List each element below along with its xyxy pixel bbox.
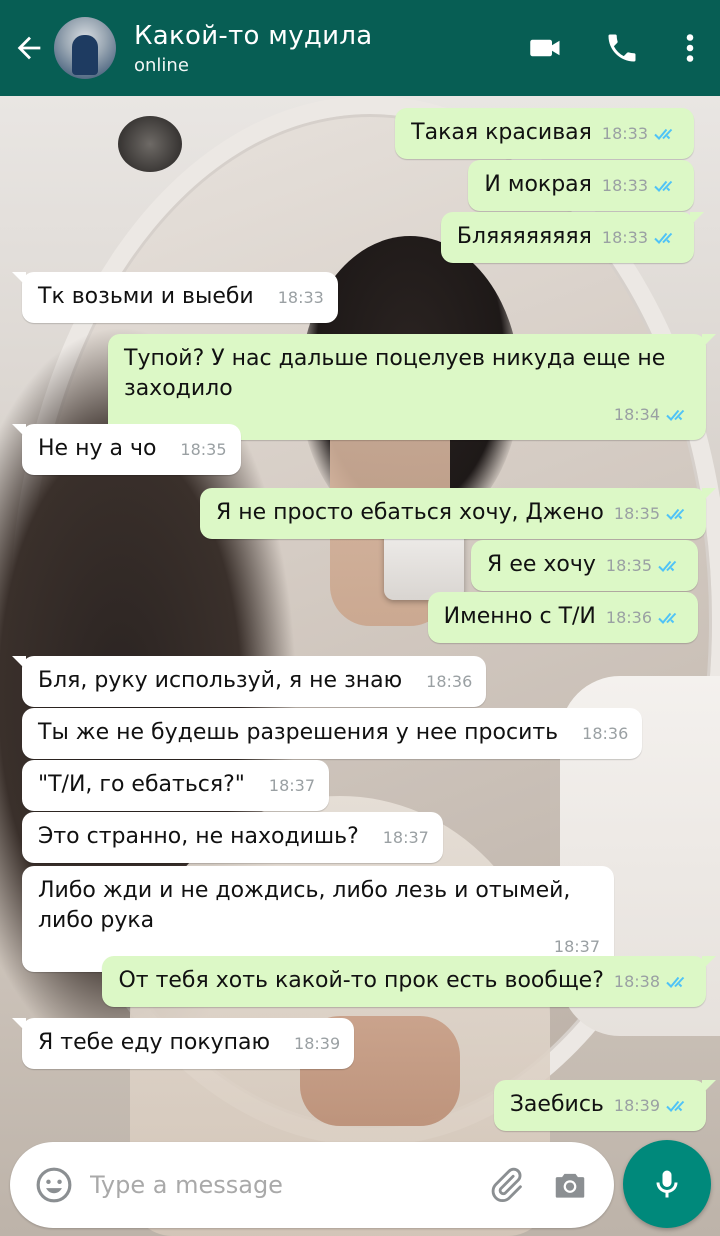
message-time: 18:35	[180, 440, 227, 459]
message-text: Бляяяяяяяя	[456, 224, 592, 249]
message-meta: 18:33	[602, 119, 680, 149]
message-text: Я тебе еду покупаю	[38, 1030, 271, 1055]
read-ticks-icon	[658, 612, 677, 624]
message-time: 18:36	[582, 724, 629, 743]
read-ticks-icon	[654, 128, 673, 140]
message-time: 18:35	[613, 504, 660, 523]
mic-button[interactable]	[623, 1140, 711, 1228]
message-time: 18:37	[382, 828, 429, 847]
message-input[interactable]	[90, 1171, 478, 1199]
message-bubble-outgoing[interactable]: От тебя хоть какой-то прок есть вообще? 1…	[102, 956, 716, 1007]
emoji-icon	[36, 1167, 72, 1203]
paperclip-icon	[491, 1167, 522, 1203]
message-meta: 18:33	[602, 223, 680, 253]
message-meta: 18:39	[294, 1029, 340, 1059]
chat-header: Какой-то мудила online	[0, 0, 720, 96]
arrow-left-icon	[17, 36, 41, 60]
video-call-button[interactable]	[508, 0, 584, 96]
voice-call-button[interactable]	[584, 0, 660, 96]
message-bubble-incoming[interactable]: Бля, руку используй, я не знаю 18:36	[11, 656, 487, 707]
message-bubble-incoming[interactable]: Тк возьми и выеби 18:33	[12, 272, 338, 323]
read-ticks-icon	[666, 409, 685, 421]
back-button[interactable]	[4, 0, 54, 96]
more-vertical-icon	[686, 34, 694, 62]
message-text: Не ну а чо	[38, 436, 157, 461]
message-bubble-incoming[interactable]: Не ну а чо 18:35	[12, 424, 241, 475]
menu-button[interactable]	[660, 0, 720, 96]
message-text: Я не просто ебаться хочу, Джено	[215, 500, 604, 525]
contact-status: online	[134, 54, 189, 76]
message-text: Я ее хочу	[487, 552, 596, 577]
video-camera-icon	[530, 39, 560, 57]
message-text: "Т/И, го ебаться?"	[38, 772, 245, 797]
message-text: И мокрая	[484, 172, 592, 197]
emoji-button[interactable]	[26, 1157, 82, 1213]
message-bubble-outgoing[interactable]: Заебись 18:39	[493, 1080, 717, 1131]
message-time: 18:39	[294, 1034, 341, 1053]
message-bubble-incoming[interactable]: "Т/И, го ебаться?" 18:37	[22, 760, 330, 811]
message-bubble-outgoing[interactable]: Именно с Т/И 18:36	[427, 592, 698, 643]
message-bubble-outgoing[interactable]: И мокрая 18:33	[468, 160, 694, 211]
message-bubble-incoming[interactable]: Я тебе еду покупаю 18:39	[11, 1018, 355, 1069]
message-text: Тк возьми и выеби	[38, 284, 254, 309]
message-bubble-incoming[interactable]: Это странно, не находишь? 18:37	[22, 812, 443, 863]
message-meta: 18:36	[426, 667, 472, 697]
read-ticks-icon	[658, 560, 677, 572]
message-text: Заебись	[509, 1092, 604, 1117]
message-meta: 18:37	[269, 771, 315, 801]
message-text: Бля, руку используй, я не знаю	[38, 668, 403, 693]
message-meta: 18:36	[606, 603, 684, 633]
message-time: 18:39	[613, 1096, 660, 1115]
message-time: 18:35	[605, 556, 652, 575]
message-input-container	[10, 1142, 614, 1228]
read-ticks-icon	[666, 976, 685, 988]
header-actions	[508, 0, 720, 96]
compose-bar	[0, 1136, 720, 1236]
avatar[interactable]	[54, 17, 116, 79]
message-meta: 18:35	[180, 435, 226, 465]
message-time: 18:33	[601, 176, 648, 195]
message-time: 18:34	[613, 405, 660, 424]
phone-icon	[608, 34, 636, 62]
message-meta: 18:38	[614, 967, 692, 997]
message-text: Именно с Т/И	[443, 604, 596, 629]
message-text: От тебя хоть какой-то прок есть вообще?	[118, 968, 604, 993]
camera-button[interactable]	[542, 1157, 598, 1213]
message-text: Это странно, не находишь?	[38, 824, 359, 849]
contact-name: Какой-то мудила	[134, 20, 373, 51]
message-meta: 18:35	[614, 499, 692, 529]
attach-button[interactable]	[478, 1157, 534, 1213]
message-time: 18:36	[426, 672, 473, 691]
read-ticks-icon	[654, 232, 673, 244]
message-time: 18:38	[613, 972, 660, 991]
message-meta: 18:37	[383, 823, 429, 853]
camera-icon	[555, 1173, 585, 1198]
message-meta: 18:35	[606, 551, 684, 581]
read-ticks-icon	[666, 1100, 685, 1112]
message-text: Либо жди и не дождись, либо лезь и отыме…	[38, 878, 578, 933]
message-time: 18:33	[601, 228, 648, 247]
message-time: 18:36	[605, 608, 652, 627]
message-bubble-outgoing[interactable]: Я ее хочу 18:35	[471, 540, 698, 591]
message-bubble-outgoing[interactable]: Такая красивая 18:33	[395, 108, 694, 159]
message-meta: 18:33	[602, 171, 680, 201]
message-bubble-outgoing[interactable]: Я не просто ебаться хочу, Джено 18:35	[199, 488, 717, 539]
message-time: 18:37	[268, 776, 316, 795]
message-meta: 18:33	[278, 283, 324, 313]
read-ticks-icon	[654, 180, 673, 192]
message-meta: 18:36	[582, 719, 628, 749]
message-text: Тупой? У нас дальше поцелуев никуда еще …	[124, 346, 673, 401]
message-meta: 18:39	[614, 1091, 692, 1121]
message-text: Ты же не будешь разрешения у нее просить	[38, 720, 559, 745]
message-time: 18:33	[601, 124, 648, 143]
contact-info[interactable]: Какой-то мудила online	[134, 21, 508, 76]
message-bubble-incoming[interactable]: Ты же не будешь разрешения у нее просить…	[22, 708, 643, 759]
message-bubble-outgoing[interactable]: Бляяяяяяяя 18:33	[440, 212, 705, 263]
message-text: Такая красивая	[411, 120, 592, 145]
message-time: 18:33	[277, 288, 324, 307]
read-ticks-icon	[666, 508, 685, 520]
message-list[interactable]: Такая красивая 18:33 И мокрая 18:33 Бляяяя…	[0, 96, 720, 1136]
microphone-icon	[656, 1170, 678, 1198]
